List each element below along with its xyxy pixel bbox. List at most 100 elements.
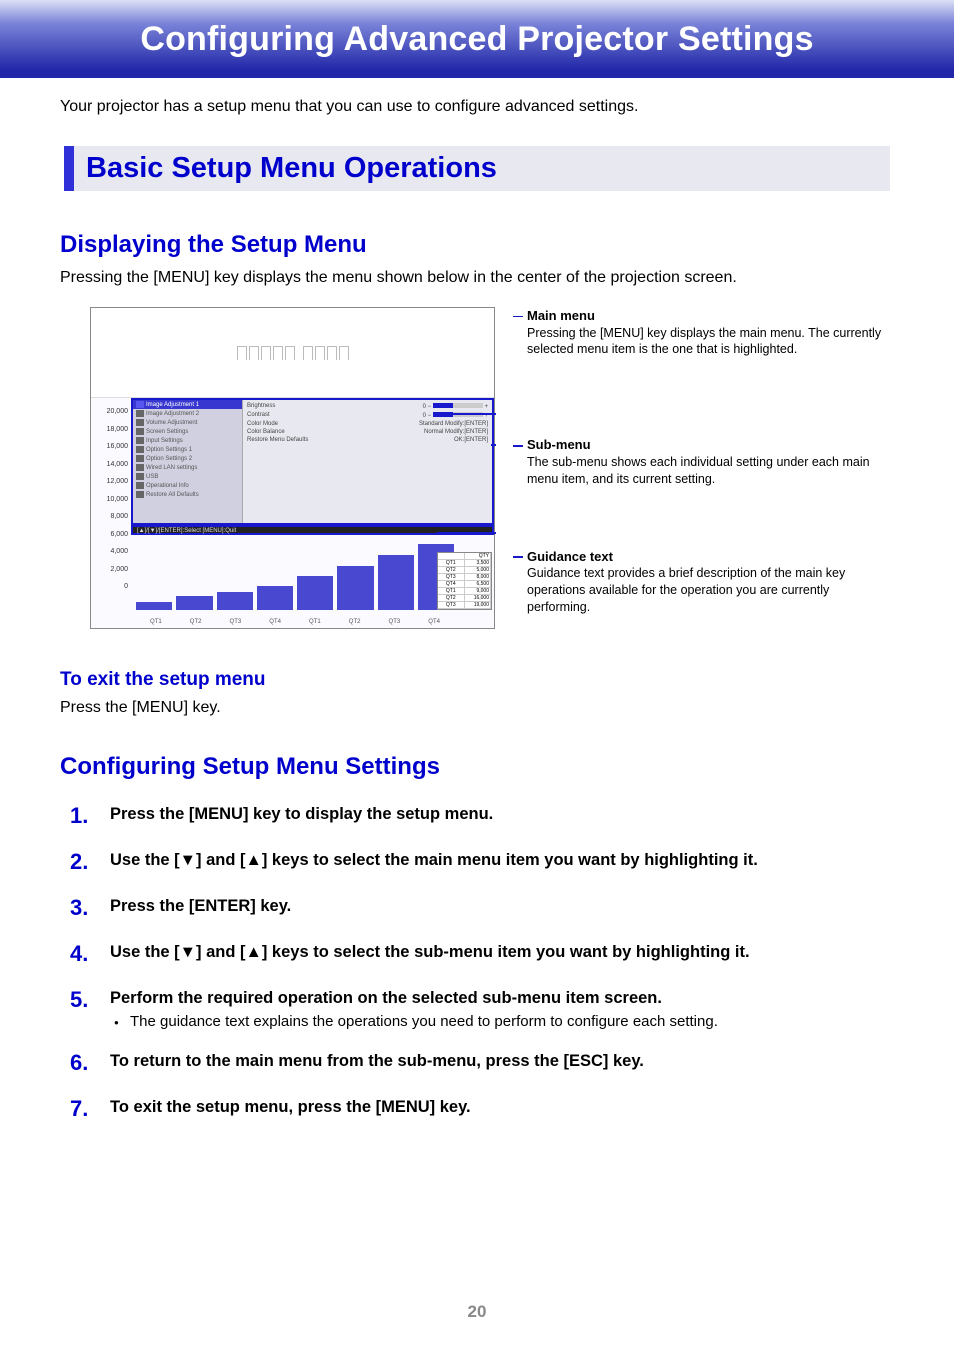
page-number: 20	[0, 1302, 954, 1322]
chart-bar	[378, 555, 414, 610]
step-text: Use the [▼] and [▲] keys to select the m…	[110, 849, 894, 871]
yaxis-tick: 6,000	[91, 531, 128, 538]
main-menu-item: Restore All Defaults	[133, 490, 242, 499]
step-number: 3.	[70, 895, 96, 921]
step-text: Press the [ENTER] key.	[110, 895, 894, 917]
subsection-heading: Displaying the Setup Menu	[60, 231, 894, 259]
yaxis-tick: 4,000	[91, 548, 128, 555]
subsection-heading: Configuring Setup Menu Settings	[60, 753, 894, 781]
yaxis-tick: 12,000	[91, 478, 128, 485]
main-menu-item: Volume Adjustment	[133, 418, 242, 427]
table-cell: 6,500	[465, 581, 492, 587]
ss-content: Image Adjustment 1 Image Adjustment 2Volu…	[131, 398, 494, 630]
chart-bar	[257, 586, 293, 610]
figure-row: 20,00018,00016,00014,00012,00010,0008,00…	[90, 307, 894, 629]
step-body: Use the [▼] and [▲] keys to select the s…	[110, 941, 894, 963]
yaxis-tick: 10,000	[91, 496, 128, 503]
step-item: 3. Press the [ENTER] key.	[70, 895, 894, 921]
table-row: QT319,000	[438, 602, 491, 609]
main-menu-panel: Image Adjustment 1 Image Adjustment 2Volu…	[133, 400, 243, 523]
intro-text: Your projector has a setup menu that you…	[60, 98, 894, 116]
main-menu-item: Wired LAN settings	[133, 463, 242, 472]
xaxis-tick: QT2	[176, 619, 216, 625]
main-menu-item: Operational Info	[133, 481, 242, 490]
step-text: Perform the required operation on the se…	[110, 987, 894, 1009]
step-item: 7.To exit the setup menu, press the [MEN…	[70, 1096, 894, 1122]
step-item: 6.To return to the main menu from the su…	[70, 1050, 894, 1076]
annotation-title: Guidance text	[527, 548, 894, 566]
step-item: 4.Use the [▼] and [▲] keys to select the…	[70, 941, 894, 967]
menu-item-label: Option Settings 1	[146, 447, 192, 453]
main-menu-item: Option Settings 1	[133, 445, 242, 454]
main-menu-item: Image Adjustment 2	[133, 409, 242, 418]
menu-item-label: Input Settings	[146, 438, 183, 444]
menu-item-icon	[136, 446, 144, 453]
step-body: Perform the required operation on the se…	[110, 987, 894, 1030]
body-text: Pressing the [MENU] key displays the men…	[60, 269, 894, 287]
main-menu-item: Screen Settings	[133, 427, 242, 436]
annotation-guidance: Guidance text Guidance text provides a b…	[513, 548, 894, 616]
chart-bar	[176, 596, 212, 610]
sub-menu-label: Restore Menu Defaults	[247, 437, 308, 443]
menu-item-icon	[136, 437, 144, 444]
steps-list: 1.Press the [MENU] key to display the se…	[70, 803, 894, 1122]
yaxis-tick: 0	[91, 583, 128, 590]
ss-spreadsheet-header	[91, 308, 494, 398]
main-menu-item: Input Settings	[133, 436, 242, 445]
yaxis-tick: 18,000	[91, 426, 128, 433]
step-number: 2.	[70, 849, 96, 875]
menu-item-label: Screen Settings	[146, 429, 188, 435]
chart-bars	[131, 540, 454, 610]
step-text: To return to the main menu from the sub-…	[110, 1050, 894, 1072]
slider-icon	[433, 403, 483, 408]
leader-line	[491, 444, 496, 446]
table-cell: QT4	[438, 581, 465, 587]
leader-line	[437, 532, 496, 534]
xaxis-tick: QT1	[295, 619, 335, 625]
chart-data-table: QTYQT13,500QT25,000QT38,000QT46,500QT19,…	[437, 552, 492, 610]
sub-menu-row: Color ModeStandard Modify:[ENTER]	[247, 420, 488, 428]
menu-item-label: Restore All Defaults	[146, 492, 199, 498]
yaxis-tick: 16,000	[91, 443, 128, 450]
sub-menu-row: Brightness0 − +	[247, 402, 488, 411]
sub-menu-value: OK:[ENTER]	[454, 437, 488, 443]
main-menu-item: Image Adjustment 1	[133, 400, 242, 409]
menu-item-label: USB	[146, 474, 158, 480]
yaxis-tick: 2,000	[91, 566, 128, 573]
menu-item-label: Image Adjustment 2	[146, 411, 199, 417]
table-row: QT38,000	[438, 574, 491, 581]
step-number: 7.	[70, 1096, 96, 1122]
step-item: 1.Press the [MENU] key to display the se…	[70, 803, 894, 829]
step-text: Press the [MENU] key to display the setu…	[110, 803, 894, 825]
table-cell: QT1	[438, 560, 465, 566]
step-number: 5.	[70, 987, 96, 1013]
table-row: QT216,000	[438, 595, 491, 602]
sub-menu-panel: Brightness0 − +Contrast0 − +Color ModeSt…	[243, 400, 492, 523]
main-menu-item: Option Settings 2	[133, 454, 242, 463]
step-sub-text: The guidance text explains the operation…	[130, 1013, 894, 1030]
annotation-main-menu: Main menu Pressing the [MENU] key displa…	[513, 307, 894, 358]
main-menu-item: USB	[133, 472, 242, 481]
step-item: 5. Perform the required operation on the …	[70, 987, 894, 1030]
menu-item-icon	[136, 428, 144, 435]
xaxis-tick: QT3	[216, 619, 256, 625]
menu-item-label: Image Adjustment 1	[146, 402, 199, 408]
page-title-banner: Configuring Advanced Projector Settings	[0, 0, 954, 78]
chart-bar	[217, 592, 253, 610]
xaxis-tick: QT1	[136, 619, 176, 625]
table-row: QT46,500	[438, 581, 491, 588]
annotation-title: Sub-menu	[527, 436, 894, 454]
xaxis-tick: QT3	[375, 619, 415, 625]
leader-line	[437, 413, 496, 415]
body-text: Press the [MENU] key.	[60, 699, 894, 717]
table-cell: 3,500	[465, 560, 492, 566]
step-body: Use the [▼] and [▲] keys to select the m…	[110, 849, 894, 871]
table-cell: 9,000	[465, 588, 492, 594]
menu-item-icon	[136, 401, 144, 408]
step-body: To return to the main menu from the sub-…	[110, 1050, 894, 1072]
sub-menu-value: Standard Modify:[ENTER]	[419, 421, 488, 427]
page-title: Configuring Advanced Projector Settings	[140, 20, 813, 59]
chart-bar	[136, 602, 172, 610]
sub-menu-label: Color Balance	[247, 429, 285, 435]
setup-menu-overlay: Image Adjustment 1 Image Adjustment 2Volu…	[131, 398, 494, 525]
